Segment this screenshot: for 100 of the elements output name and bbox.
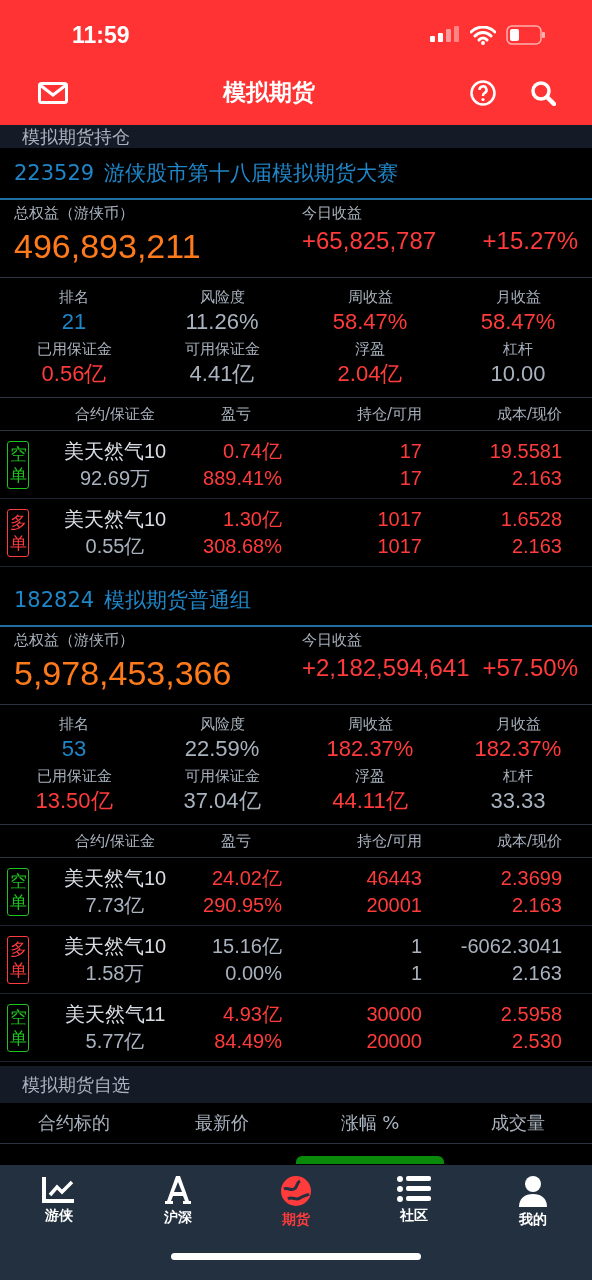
stat-value: 10.00 bbox=[490, 360, 546, 388]
column-header: 持仓/可用 bbox=[355, 404, 422, 424]
current-price: 2.163 bbox=[511, 960, 562, 986]
cost-price: 2.5958 bbox=[500, 1001, 562, 1027]
column-header: 成本/现价 bbox=[495, 404, 562, 424]
total-equity: 496,893,211 bbox=[14, 227, 202, 266]
section-title: 模拟期货持仓 bbox=[22, 126, 130, 148]
cost-price: -6062.3041 bbox=[460, 933, 562, 959]
available-quantity: 20000 bbox=[366, 1028, 422, 1054]
status-time: 11:59 bbox=[72, 21, 130, 49]
pnl-value: 15.16亿 bbox=[211, 933, 282, 959]
position-side-badge: 空单 bbox=[7, 1003, 29, 1052]
contract-name: 美天然气10 bbox=[63, 438, 167, 464]
tab-item[interactable]: 期货 bbox=[236, 1175, 356, 1229]
stat-label: 杠杆 bbox=[503, 339, 533, 359]
pnl-percent: 889.41% bbox=[203, 465, 282, 491]
column-header: 持仓/可用 bbox=[355, 831, 422, 851]
stat-label: 排名 bbox=[59, 714, 89, 734]
stat-label: 月收益 bbox=[495, 287, 541, 307]
pnl-percent: 84.49% bbox=[214, 1028, 282, 1054]
margin-value: 0.55亿 bbox=[85, 533, 145, 559]
current-price: 2.163 bbox=[511, 892, 562, 918]
stat-value: 44.11亿 bbox=[332, 787, 408, 815]
stat-label: 浮盈 bbox=[355, 766, 385, 786]
today-gain-percent: +15.27% bbox=[482, 227, 578, 255]
help-icon[interactable] bbox=[470, 79, 496, 106]
pnl-percent: 308.68% bbox=[203, 533, 282, 559]
margin-value: 92.69万 bbox=[79, 465, 151, 491]
stat-label: 月收益 bbox=[495, 714, 541, 734]
user-icon bbox=[517, 1175, 548, 1207]
stat-label: 已用保证金 bbox=[36, 339, 112, 359]
today-gain: +2,182,594,641 bbox=[302, 654, 470, 682]
pnl-value: 24.02亿 bbox=[211, 865, 282, 891]
column-header: 最新价 bbox=[194, 1111, 250, 1135]
equity-label: 总权益（游侠币） bbox=[14, 631, 135, 650]
column-header: 盈亏 bbox=[220, 831, 252, 851]
available-quantity: 1017 bbox=[377, 533, 422, 559]
pnl-value: 0.74亿 bbox=[223, 438, 282, 464]
account-id: 223529 bbox=[14, 161, 95, 185]
held-quantity: 17 bbox=[399, 438, 422, 464]
stat-label: 风险度 bbox=[199, 714, 245, 734]
cost-price: 1.6528 bbox=[500, 506, 562, 532]
pnl-value: 4.93亿 bbox=[223, 1001, 282, 1027]
stat-label: 排名 bbox=[59, 287, 89, 307]
stat-label: 风险度 bbox=[199, 287, 245, 307]
stat-value: 37.04亿 bbox=[183, 787, 261, 815]
total-equity: 5,978,453,366 bbox=[14, 654, 233, 693]
stat-value: 53 bbox=[61, 735, 87, 763]
available-quantity: 1 bbox=[410, 960, 422, 986]
today-gain: +65,825,787 bbox=[302, 227, 437, 255]
held-quantity: 46443 bbox=[366, 865, 422, 891]
pnl-percent: 0.00% bbox=[225, 960, 282, 986]
chart-icon bbox=[42, 1175, 77, 1203]
contest-name: 游侠股市第十八届模拟期货大赛 bbox=[104, 160, 399, 187]
margin-value: 1.58万 bbox=[85, 960, 145, 986]
column-header: 合约/保证金 bbox=[73, 404, 157, 424]
stat-label: 浮盈 bbox=[355, 339, 385, 359]
stat-label: 杠杆 bbox=[503, 766, 533, 786]
contract-name: 美天然气10 bbox=[63, 506, 167, 532]
today-gain-label: 今日收益 bbox=[302, 631, 363, 650]
stat-value: 58.47% bbox=[480, 308, 556, 336]
battery-icon bbox=[506, 25, 546, 45]
signal-icon bbox=[430, 26, 460, 44]
stat-value: 2.04亿 bbox=[337, 360, 403, 388]
tab-item[interactable]: 社区 bbox=[355, 1175, 474, 1229]
position-side-badge: 多单 bbox=[7, 508, 29, 557]
column-header: 成本/现价 bbox=[495, 831, 562, 851]
contract-name: 美天然气10 bbox=[63, 865, 167, 891]
contest-name: 模拟期货普通组 bbox=[104, 587, 252, 614]
position-side-badge: 空单 bbox=[7, 440, 29, 489]
mail-icon[interactable] bbox=[38, 81, 68, 104]
column-header: 合约标的 bbox=[37, 1111, 111, 1135]
section-title: 模拟期货自选 bbox=[22, 1073, 130, 1096]
margin-value: 7.73亿 bbox=[85, 892, 145, 918]
account-id: 182824 bbox=[14, 588, 95, 612]
search-icon[interactable] bbox=[530, 79, 556, 106]
stat-value: 182.37% bbox=[326, 735, 414, 763]
list-icon bbox=[397, 1175, 432, 1203]
current-price: 2.163 bbox=[511, 465, 562, 491]
contract-name: 美天然气10 bbox=[63, 933, 167, 959]
page-title: 模拟期货 bbox=[223, 78, 315, 107]
stat-value: 11.26% bbox=[185, 308, 259, 336]
stat-label: 可用保证金 bbox=[184, 766, 260, 786]
tab-item[interactable]: 沪深 bbox=[118, 1175, 237, 1229]
stat-label: 已用保证金 bbox=[36, 766, 112, 786]
tab-item[interactable]: 游侠 bbox=[0, 1175, 119, 1229]
position-side-badge: 空单 bbox=[7, 867, 29, 916]
stat-label: 周收益 bbox=[347, 287, 393, 307]
stat-value: 22.59% bbox=[184, 735, 260, 763]
stat-value: 182.37% bbox=[474, 735, 562, 763]
held-quantity: 1017 bbox=[377, 506, 422, 532]
stat-value: 4.41亿 bbox=[189, 360, 255, 388]
tab-item[interactable]: 我的 bbox=[473, 1175, 592, 1229]
held-quantity: 1 bbox=[410, 933, 422, 959]
today-gain-label: 今日收益 bbox=[302, 204, 363, 223]
position-side-badge: 多单 bbox=[7, 935, 29, 984]
wifi-icon bbox=[470, 25, 496, 45]
available-quantity: 20001 bbox=[366, 892, 422, 918]
stat-value: 21 bbox=[61, 308, 87, 336]
contract-name: 美天然气11 bbox=[64, 1001, 166, 1027]
